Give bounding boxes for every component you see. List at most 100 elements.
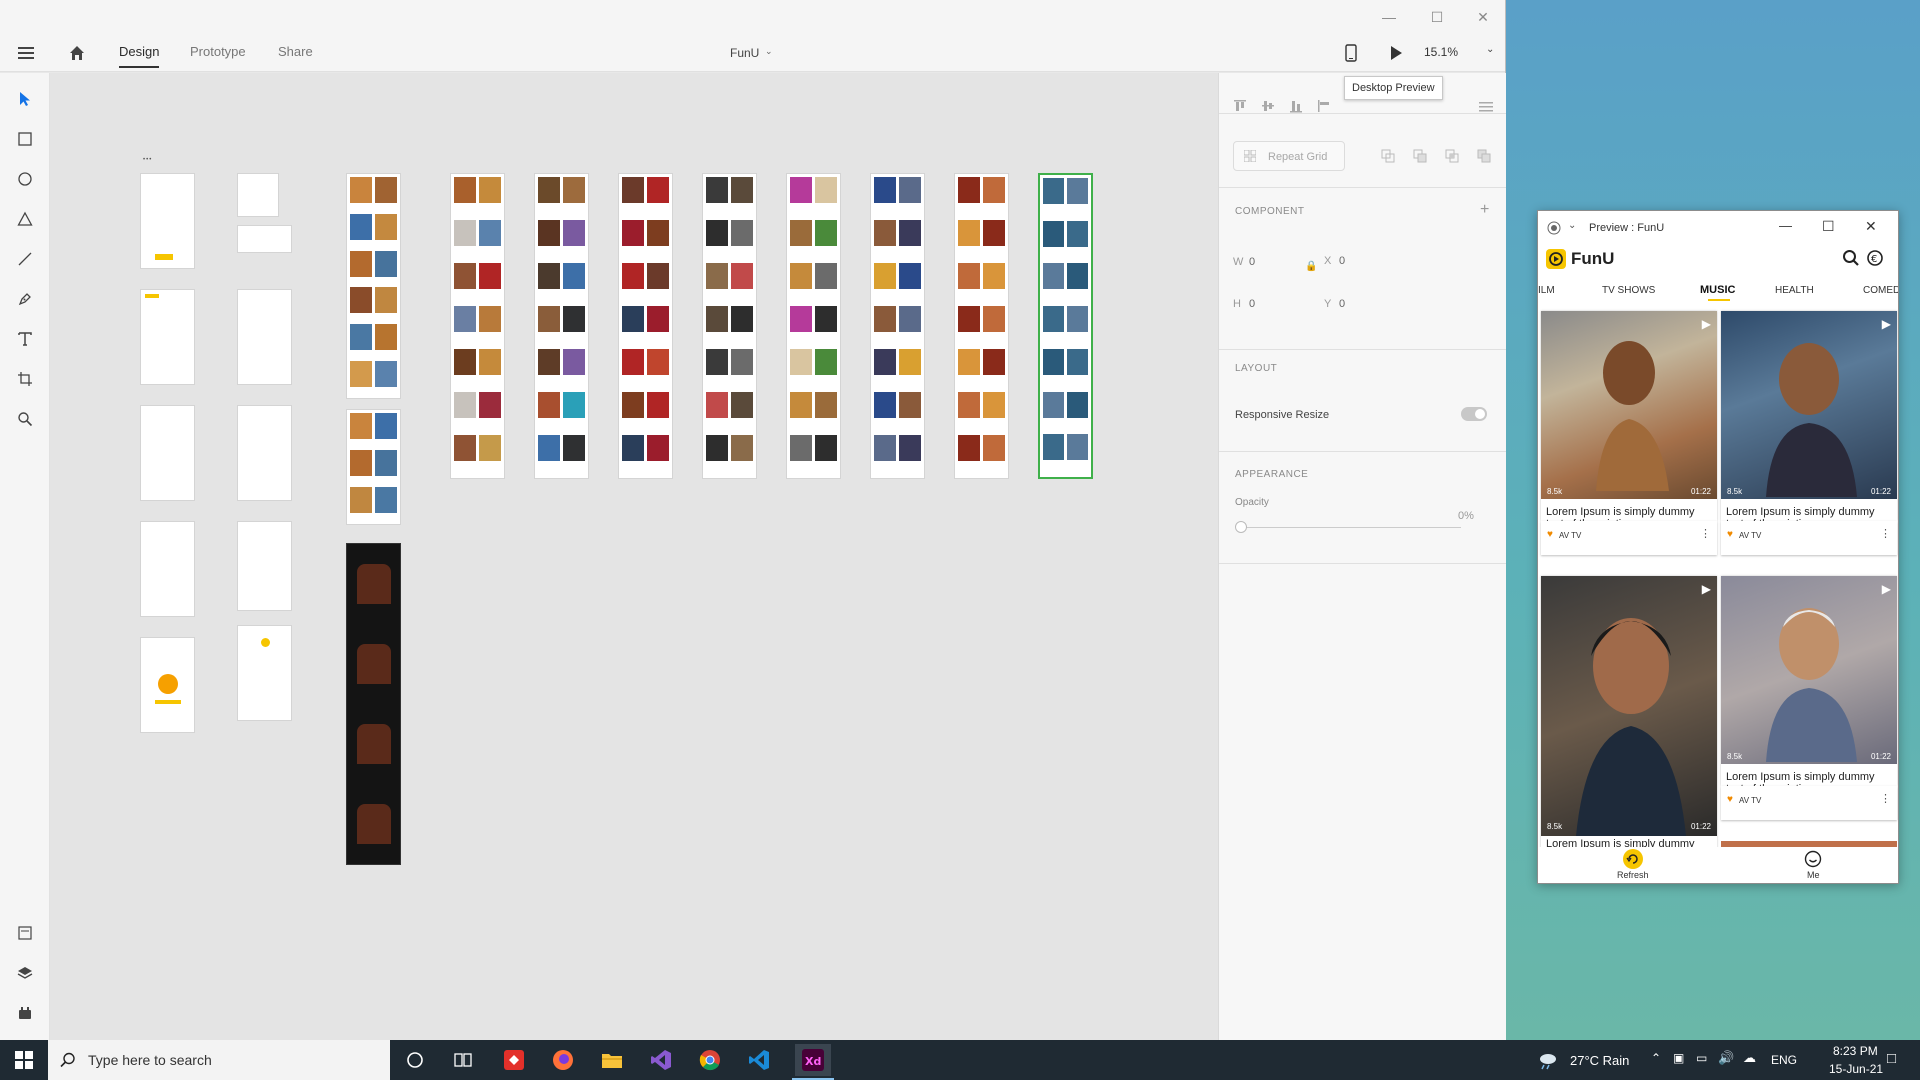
firefox-icon[interactable] xyxy=(551,1048,575,1072)
weather-icon[interactable] xyxy=(1536,1048,1560,1072)
artboard-list[interactable] xyxy=(140,405,195,501)
assets-panel-icon[interactable] xyxy=(13,921,37,945)
lock-aspect-icon[interactable]: 🔒 xyxy=(1305,261,1317,272)
tab-comedy[interactable]: COMED xyxy=(1863,285,1898,296)
zoom-dropdown-icon[interactable]: ⌄ xyxy=(1486,44,1494,55)
artboard-reward[interactable] xyxy=(140,637,195,733)
me-icon[interactable] xyxy=(1804,850,1822,871)
close-button[interactable]: ✕ xyxy=(1460,4,1506,30)
maximize-button[interactable]: ☐ xyxy=(1822,218,1835,235)
video-card[interactable]: ▶ 8.5k 01:22 Lorem Ipsum is simply dummy xyxy=(1541,576,1717,850)
artboard-category-4[interactable] xyxy=(702,173,757,479)
artboard-profile[interactable] xyxy=(237,625,292,721)
zoom-tool-icon[interactable] xyxy=(13,407,37,431)
pen-tool-icon[interactable] xyxy=(13,287,37,311)
file-explorer-icon[interactable] xyxy=(600,1048,624,1072)
artboard-category-1[interactable] xyxy=(450,173,505,479)
video-card[interactable]: ▶ 8.5k 01:22 Lorem Ipsum is simply dummy… xyxy=(1721,311,1897,521)
artboard-feed[interactable] xyxy=(346,173,401,399)
opacity-slider[interactable] xyxy=(1239,527,1461,528)
select-tool-icon[interactable] xyxy=(13,87,37,111)
plugins-panel-icon[interactable] xyxy=(13,1001,37,1025)
ellipse-tool-icon[interactable] xyxy=(13,167,37,191)
artboard-form[interactable] xyxy=(237,521,292,611)
network-icon[interactable]: ▭ xyxy=(1696,1051,1707,1065)
add-shapes-icon[interactable] xyxy=(1381,149,1395,166)
task-view-icon[interactable] xyxy=(451,1048,475,1072)
tab-film[interactable]: ILM xyxy=(1538,285,1555,296)
play-icon[interactable] xyxy=(1389,45,1403,64)
adobe-xd-icon[interactable]: Xd xyxy=(795,1044,831,1076)
refresh-label[interactable]: Refresh xyxy=(1617,870,1649,880)
windows-start-icon[interactable] xyxy=(12,1048,36,1072)
opacity-value[interactable]: 0% xyxy=(1458,510,1474,522)
subtract-shapes-icon[interactable] xyxy=(1413,149,1427,166)
coin-icon[interactable]: € xyxy=(1866,249,1884,270)
add-component-icon[interactable]: + xyxy=(1480,201,1489,219)
artboard-category-2[interactable] xyxy=(534,173,589,479)
artboard-category-7[interactable] xyxy=(954,173,1009,479)
taskbar-search-box[interactable]: Type here to search xyxy=(48,1040,390,1080)
onedrive-icon[interactable]: ☁ xyxy=(1743,1050,1756,1066)
hamburger-menu-icon[interactable] xyxy=(18,46,34,63)
artboard-category-3[interactable] xyxy=(618,173,673,479)
chevron-down-icon[interactable]: ⌄ xyxy=(765,46,773,57)
y-field[interactable]: 0 xyxy=(1339,298,1345,310)
home-icon[interactable] xyxy=(68,44,86,65)
x-field[interactable]: 0 xyxy=(1339,255,1345,267)
artboard-list-2[interactable] xyxy=(237,405,292,501)
line-tool-icon[interactable] xyxy=(13,247,37,271)
text-tool-icon[interactable] xyxy=(13,327,37,351)
zoom-level[interactable]: 15.1% xyxy=(1424,45,1458,59)
artboard-tool-icon[interactable] xyxy=(13,367,37,391)
more-options-icon[interactable]: ⋮ xyxy=(1880,792,1891,805)
meet-now-icon[interactable]: ▣ xyxy=(1673,1051,1684,1065)
artboard-language[interactable] xyxy=(237,173,279,217)
repeat-grid-button[interactable]: Repeat Grid xyxy=(1233,141,1345,171)
more-options-icon[interactable]: ⋮ xyxy=(1700,527,1711,540)
opacity-slider-handle[interactable] xyxy=(1235,521,1247,533)
more-options-icon[interactable]: ⋮ xyxy=(1880,527,1891,540)
visual-studio-icon[interactable] xyxy=(649,1048,673,1072)
tab-prototype[interactable]: Prototype xyxy=(190,44,246,59)
chrome-icon[interactable] xyxy=(698,1048,722,1072)
cortana-icon[interactable] xyxy=(403,1048,427,1072)
minimize-button[interactable]: — xyxy=(1366,4,1412,30)
maximize-button[interactable]: ☐ xyxy=(1414,4,1460,30)
vscode-icon[interactable] xyxy=(747,1048,771,1072)
intersect-shapes-icon[interactable] xyxy=(1445,149,1459,166)
refresh-icon[interactable] xyxy=(1623,849,1643,869)
tab-share[interactable]: Share xyxy=(278,44,313,59)
tab-tv-shows[interactable]: TV SHOWS xyxy=(1602,285,1655,296)
tab-music[interactable]: MUSIC xyxy=(1700,284,1735,296)
artboard-popup[interactable] xyxy=(237,225,292,253)
minimize-button[interactable]: — xyxy=(1779,218,1792,233)
width-field[interactable]: 0 xyxy=(1249,256,1255,268)
artboard-blank[interactable] xyxy=(140,521,195,617)
artboard-category-6[interactable] xyxy=(870,173,925,479)
video-card[interactable]: ▶ 8.5k 01:22 Lorem Ipsum is simply dummy… xyxy=(1721,576,1897,786)
show-hidden-icons-icon[interactable]: ⌃ xyxy=(1651,1051,1661,1065)
clock-time[interactable]: 8:23 PM xyxy=(1833,1044,1878,1058)
volume-icon[interactable]: 🔊 xyxy=(1718,1050,1734,1066)
device-preview-icon[interactable] xyxy=(1344,44,1358,65)
artboard-category-5[interactable] xyxy=(786,173,841,479)
tab-health[interactable]: HEALTH xyxy=(1775,285,1814,296)
tab-design[interactable]: Design xyxy=(119,44,160,68)
artboard-video-player[interactable] xyxy=(346,543,401,865)
anydesk-icon[interactable] xyxy=(502,1048,526,1072)
record-icon[interactable] xyxy=(1547,221,1561,238)
rectangle-tool-icon[interactable] xyxy=(13,127,37,151)
chevron-down-icon[interactable]: ⌄ xyxy=(1568,220,1576,231)
notification-icon[interactable]: □ xyxy=(1887,1050,1896,1067)
polygon-tool-icon[interactable] xyxy=(13,207,37,231)
height-field[interactable]: 0 xyxy=(1249,298,1255,310)
artboard-splash[interactable] xyxy=(140,173,195,269)
artboard-category-8-selected[interactable] xyxy=(1038,173,1093,479)
responsive-resize-toggle[interactable] xyxy=(1461,407,1487,421)
artboard-login[interactable] xyxy=(140,289,195,385)
artboard-settings[interactable] xyxy=(237,289,292,385)
language-indicator[interactable]: ENG xyxy=(1771,1053,1797,1067)
design-canvas[interactable]: ••• xyxy=(50,73,1218,1040)
artboard-feed-2[interactable] xyxy=(346,409,401,525)
